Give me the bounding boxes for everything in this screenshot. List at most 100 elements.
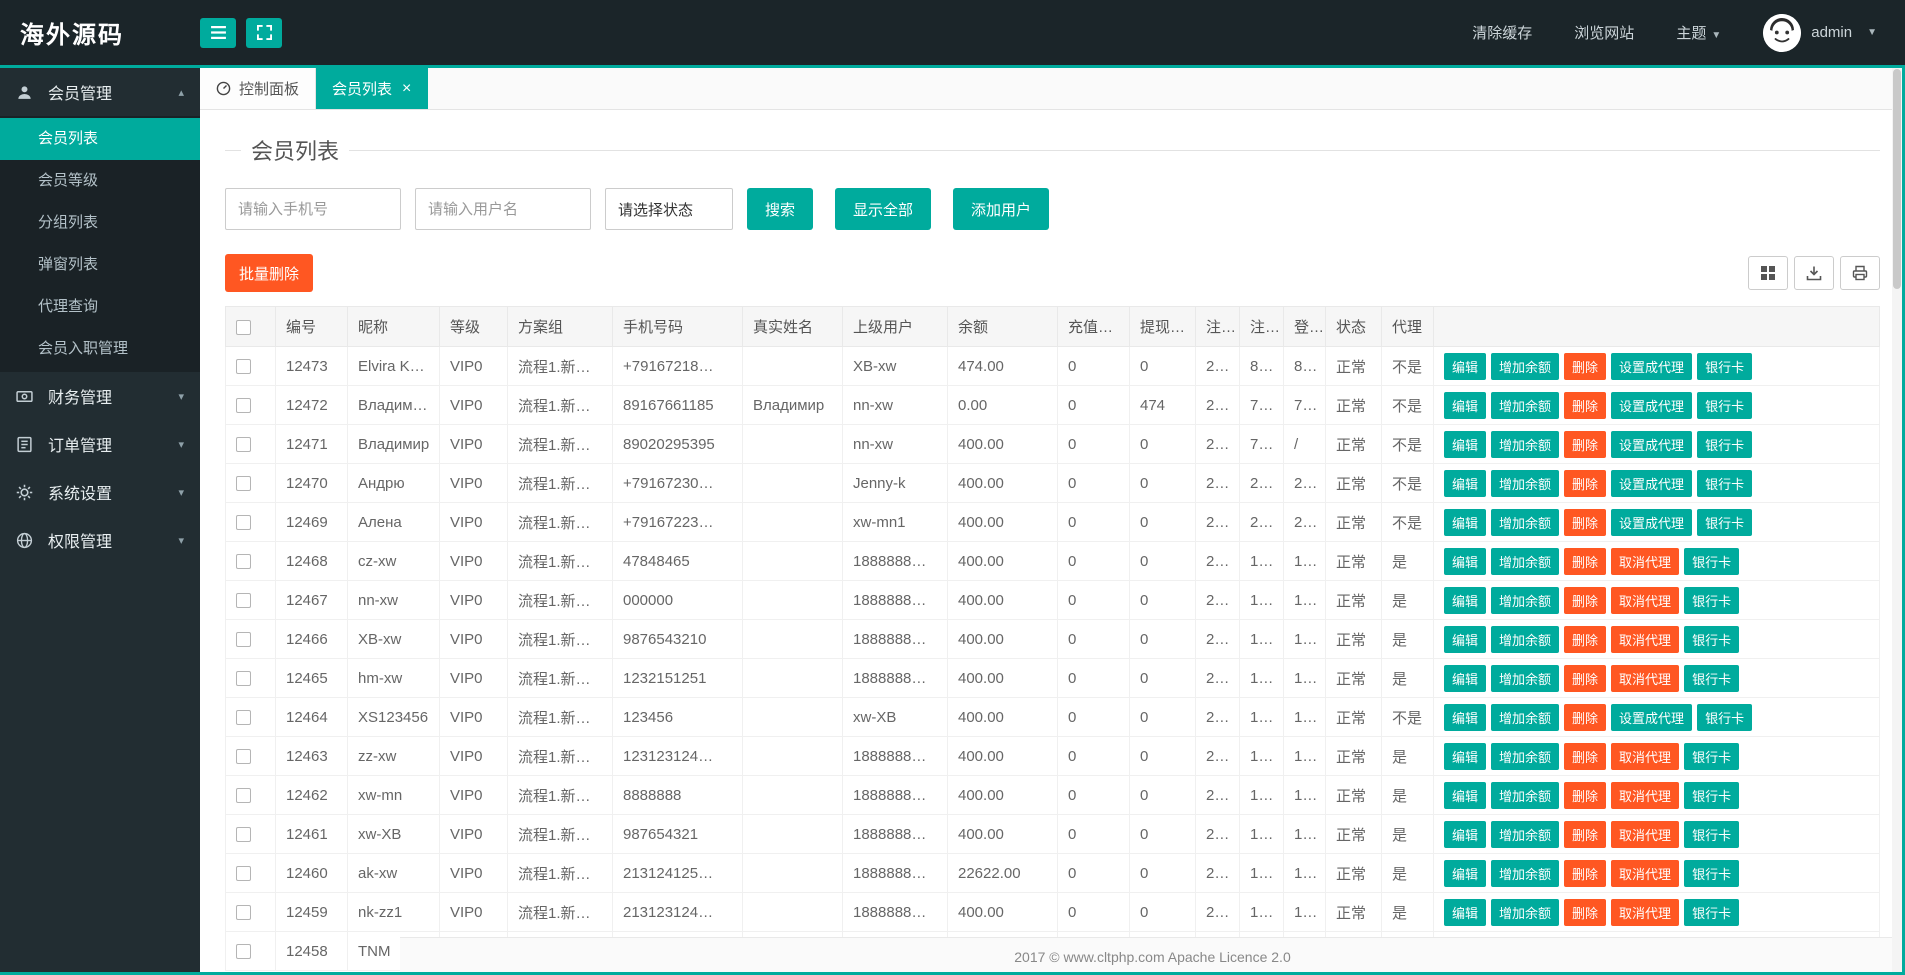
set-agent-button[interactable]: 设置成代理 — [1611, 430, 1693, 458]
cancel-agent-button[interactable]: 取消代理 — [1611, 742, 1680, 770]
delete-button[interactable]: 删除 — [1564, 469, 1607, 497]
sidebar-subitem[interactable]: 会员等级 — [0, 160, 200, 202]
row-checkbox[interactable] — [236, 398, 251, 414]
delete-button[interactable]: 删除 — [1564, 859, 1607, 887]
sidebar-subitem[interactable]: 会员入职管理 — [0, 328, 200, 370]
add-user-button[interactable]: 添加用户 — [953, 188, 1050, 230]
add-balance-button[interactable]: 增加余额 — [1491, 547, 1560, 575]
add-balance-button[interactable]: 增加余额 — [1491, 508, 1560, 536]
sidebar-subitem[interactable]: 分组列表 — [0, 202, 200, 244]
delete-button[interactable]: 删除 — [1564, 586, 1607, 614]
cancel-agent-button[interactable]: 取消代理 — [1611, 820, 1680, 848]
row-checkbox[interactable] — [236, 437, 251, 453]
add-balance-button[interactable]: 增加余额 — [1491, 586, 1560, 614]
edit-button[interactable]: 编辑 — [1444, 469, 1487, 497]
edit-button[interactable]: 编辑 — [1444, 664, 1487, 692]
tab-dashboard[interactable]: 控制面板 — [200, 68, 317, 109]
theme-menu[interactable]: 主题 ▼ — [1676, 22, 1721, 43]
edit-button[interactable]: 编辑 — [1444, 820, 1487, 848]
scrollbar-thumb[interactable] — [1893, 69, 1901, 289]
add-balance-button[interactable]: 增加余额 — [1491, 859, 1560, 887]
delete-button[interactable]: 删除 — [1564, 742, 1607, 770]
add-balance-button[interactable]: 增加余额 — [1491, 664, 1560, 692]
add-balance-button[interactable]: 增加余额 — [1491, 898, 1560, 926]
cancel-agent-button[interactable]: 取消代理 — [1611, 898, 1680, 926]
row-checkbox[interactable] — [236, 788, 251, 804]
delete-button[interactable]: 删除 — [1564, 625, 1607, 653]
sidebar-subitem[interactable]: 会员列表 — [0, 118, 200, 160]
row-checkbox[interactable] — [236, 866, 251, 882]
cancel-agent-button[interactable]: 取消代理 — [1611, 781, 1680, 809]
bank-card-button[interactable]: 银行卡 — [1684, 859, 1740, 887]
add-balance-button[interactable]: 增加余额 — [1491, 742, 1560, 770]
cancel-agent-button[interactable]: 取消代理 — [1611, 625, 1680, 653]
bank-card-button[interactable]: 银行卡 — [1697, 508, 1753, 536]
bank-card-button[interactable]: 银行卡 — [1684, 742, 1740, 770]
username-input[interactable] — [415, 188, 591, 230]
bank-card-button[interactable]: 银行卡 — [1684, 898, 1740, 926]
row-checkbox[interactable] — [236, 944, 251, 960]
page-scrollbar[interactable] — [1892, 68, 1902, 972]
sidebar-subitem[interactable]: 弹窗列表 — [0, 244, 200, 286]
cancel-agent-button[interactable]: 取消代理 — [1611, 586, 1680, 614]
delete-button[interactable]: 删除 — [1564, 781, 1607, 809]
bank-card-button[interactable]: 银行卡 — [1697, 391, 1753, 419]
add-balance-button[interactable]: 增加余额 — [1491, 352, 1560, 380]
add-balance-button[interactable]: 增加余额 — [1491, 820, 1560, 848]
delete-button[interactable]: 删除 — [1564, 547, 1607, 575]
columns-toggle-button[interactable] — [1748, 256, 1788, 290]
bank-card-button[interactable]: 银行卡 — [1684, 664, 1740, 692]
set-agent-button[interactable]: 设置成代理 — [1611, 469, 1693, 497]
sidebar-item-members[interactable]: 会员管理 ▴ — [0, 68, 200, 116]
row-checkbox[interactable] — [236, 710, 251, 726]
add-balance-button[interactable]: 增加余额 — [1491, 391, 1560, 419]
row-checkbox[interactable] — [236, 593, 251, 609]
cancel-agent-button[interactable]: 取消代理 — [1611, 859, 1680, 887]
delete-button[interactable]: 删除 — [1564, 898, 1607, 926]
phone-input[interactable] — [225, 188, 401, 230]
export-button[interactable] — [1794, 256, 1834, 290]
fullscreen-button[interactable] — [246, 17, 282, 48]
delete-button[interactable]: 删除 — [1564, 664, 1607, 692]
row-checkbox[interactable] — [236, 749, 251, 765]
edit-button[interactable]: 编辑 — [1444, 586, 1487, 614]
status-select[interactable]: 请选择状态 — [605, 188, 733, 230]
bank-card-button[interactable]: 银行卡 — [1684, 625, 1740, 653]
bank-card-button[interactable]: 银行卡 — [1697, 703, 1753, 731]
delete-button[interactable]: 删除 — [1564, 508, 1607, 536]
cancel-agent-button[interactable]: 取消代理 — [1611, 664, 1680, 692]
edit-button[interactable]: 编辑 — [1444, 781, 1487, 809]
edit-button[interactable]: 编辑 — [1444, 430, 1487, 458]
tab-member-list[interactable]: 会员列表 × — [316, 68, 429, 109]
sidebar-item-orders[interactable]: 订单管理 ▾ — [0, 420, 200, 468]
delete-button[interactable]: 删除 — [1564, 703, 1607, 731]
close-icon[interactable]: × — [402, 80, 411, 98]
delete-button[interactable]: 删除 — [1564, 391, 1607, 419]
edit-button[interactable]: 编辑 — [1444, 625, 1487, 653]
show-all-button[interactable]: 显示全部 — [835, 188, 932, 230]
select-all-checkbox[interactable] — [236, 319, 251, 335]
bank-card-button[interactable]: 银行卡 — [1697, 469, 1753, 497]
user-menu[interactable]: admin ▼ — [1763, 13, 1877, 52]
sidebar-item-finance[interactable]: 财务管理 ▾ — [0, 372, 200, 420]
search-button[interactable]: 搜索 — [747, 188, 814, 230]
row-checkbox[interactable] — [236, 632, 251, 648]
edit-button[interactable]: 编辑 — [1444, 703, 1487, 731]
add-balance-button[interactable]: 增加余额 — [1491, 781, 1560, 809]
edit-button[interactable]: 编辑 — [1444, 508, 1487, 536]
edit-button[interactable]: 编辑 — [1444, 547, 1487, 575]
sidebar-item-settings[interactable]: 系统设置 ▾ — [0, 468, 200, 516]
row-checkbox[interactable] — [236, 905, 251, 921]
delete-button[interactable]: 删除 — [1564, 430, 1607, 458]
row-checkbox[interactable] — [236, 827, 251, 843]
sidebar-toggle-button[interactable] — [200, 17, 236, 48]
delete-button[interactable]: 删除 — [1564, 820, 1607, 848]
set-agent-button[interactable]: 设置成代理 — [1611, 352, 1693, 380]
row-checkbox[interactable] — [236, 359, 251, 375]
bank-card-button[interactable]: 银行卡 — [1684, 586, 1740, 614]
clear-cache-link[interactable]: 清除缓存 — [1472, 22, 1532, 43]
set-agent-button[interactable]: 设置成代理 — [1611, 508, 1693, 536]
row-checkbox[interactable] — [236, 554, 251, 570]
bank-card-button[interactable]: 银行卡 — [1684, 547, 1740, 575]
row-checkbox[interactable] — [236, 671, 251, 687]
